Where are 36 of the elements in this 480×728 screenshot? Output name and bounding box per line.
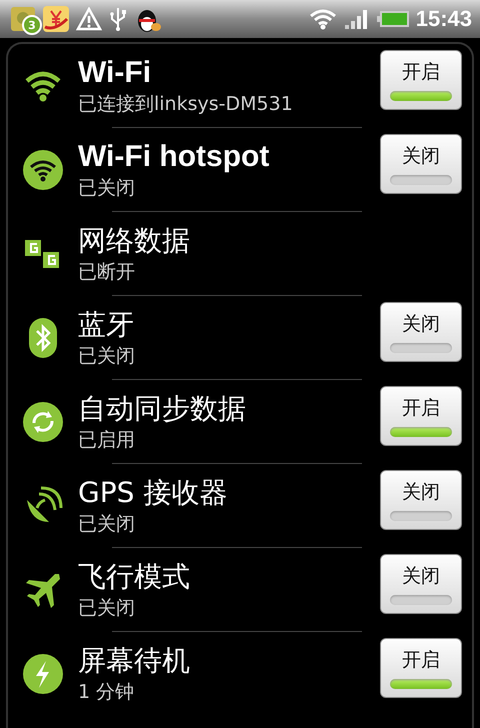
toggle-button[interactable]: 开启 bbox=[380, 638, 462, 698]
setting-title: 屏幕待机 bbox=[78, 644, 191, 678]
setting-status: 已关闭 bbox=[78, 512, 136, 536]
setting-title: 蓝牙 bbox=[78, 308, 135, 342]
warning-icon[interactable] bbox=[76, 7, 102, 31]
setting-status: 已断开 bbox=[78, 260, 136, 284]
setting-title: 网络数据 bbox=[78, 224, 191, 258]
toggle-button[interactable]: 关闭 bbox=[380, 302, 462, 362]
setting-status: 已关闭 bbox=[78, 176, 136, 200]
setting-status: 已关闭 bbox=[78, 596, 136, 620]
notification-count-badge: 3 bbox=[22, 15, 42, 35]
yen-app-icon[interactable] bbox=[42, 5, 70, 33]
toggle-button[interactable]: 开启 bbox=[380, 50, 462, 110]
wifi-icon bbox=[23, 69, 63, 103]
setting-title: 飞行模式 bbox=[78, 560, 191, 594]
toggle-button[interactable]: 关闭 bbox=[380, 554, 462, 614]
cell-signal-icon bbox=[344, 8, 370, 30]
usb-icon[interactable] bbox=[108, 6, 128, 32]
setting-status: 已关闭 bbox=[78, 344, 136, 368]
wifi-signal-icon bbox=[308, 8, 338, 30]
wifi-icon bbox=[22, 149, 64, 191]
setting-title: GPS 接收器 bbox=[78, 476, 228, 510]
lightning-icon bbox=[22, 653, 64, 695]
setting-title: Wi-Fi bbox=[78, 56, 152, 90]
setting-title: Wi-Fi hotspot bbox=[78, 140, 270, 174]
toggle-button[interactable]: 关闭 bbox=[380, 134, 462, 194]
clock-time: 15:43 bbox=[416, 6, 472, 32]
setting-status: 已连接到linksys-DM531 bbox=[78, 92, 294, 116]
setting-status: 已启用 bbox=[78, 428, 136, 452]
toggle-button[interactable]: 开启 bbox=[380, 386, 462, 446]
setting-status: 1 分钟 bbox=[78, 680, 136, 704]
bluetooth-icon bbox=[27, 317, 59, 359]
setting-title: 自动同步数据 bbox=[78, 392, 247, 426]
toggle-button[interactable]: 关闭 bbox=[380, 470, 462, 530]
battery-icon bbox=[376, 9, 410, 29]
sync-icon bbox=[22, 401, 64, 443]
